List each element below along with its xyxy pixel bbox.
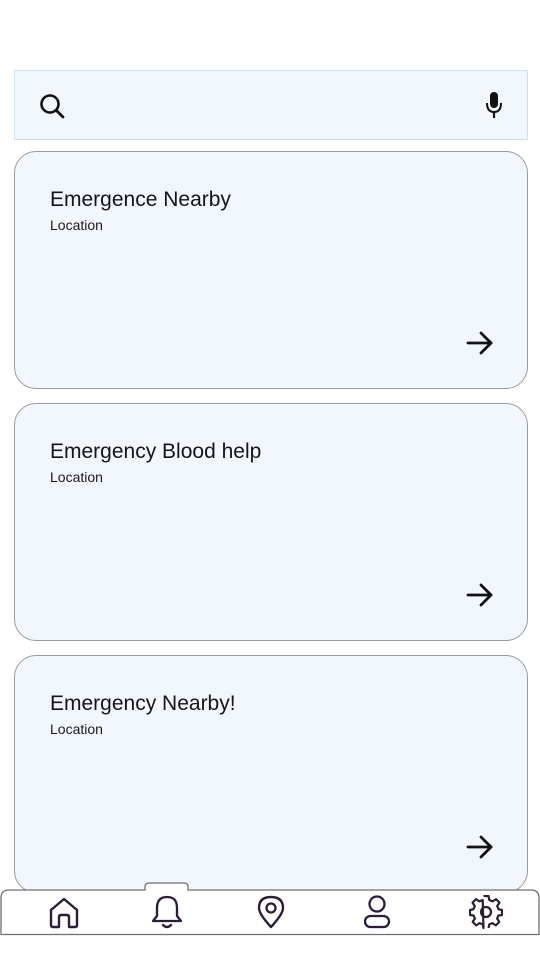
nav-item-location[interactable] [249,890,293,934]
emergency-card[interactable]: Emergency Blood help Location [14,403,528,641]
card-location: Location [50,721,103,737]
search-icon[interactable] [39,93,65,119]
nav-item-notifications[interactable] [145,890,189,934]
arrow-right-icon[interactable] [465,832,495,862]
arrow-right-icon[interactable] [465,328,495,358]
gear-icon [469,895,503,929]
search-bar [14,70,528,140]
card-location: Location [50,217,103,233]
card-title: Emergency Nearby! [50,692,236,715]
user-icon [363,895,391,929]
nav-item-home[interactable] [42,890,86,934]
card-title: Emergence Nearby [50,188,231,211]
arrow-right-icon[interactable] [465,580,495,610]
emergency-card[interactable]: Emergency Nearby! Location [14,655,528,893]
microphone-icon[interactable] [485,91,503,121]
bottom-navigation [0,882,540,936]
emergency-card[interactable]: Emergence Nearby Location [14,151,528,389]
bell-icon [151,895,183,929]
card-title: Emergency Blood help [50,440,262,463]
search-input[interactable] [85,85,465,127]
nav-item-profile[interactable] [355,890,399,934]
home-icon [49,897,79,929]
card-location: Location [50,469,103,485]
nav-item-settings[interactable] [464,890,508,934]
map-pin-icon [257,895,285,929]
